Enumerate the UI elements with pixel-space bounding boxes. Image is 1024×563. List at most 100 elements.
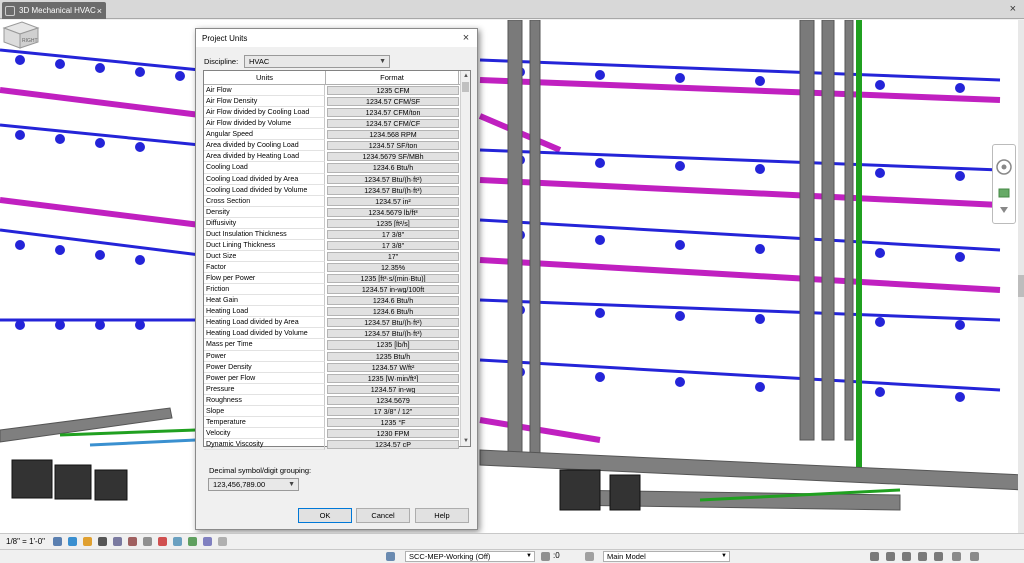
unit-format-button[interactable]: 1235 [ft²/s] bbox=[327, 218, 459, 228]
table-row[interactable]: Air Flow Density 1234.57 CFM/SF bbox=[204, 96, 461, 108]
unit-format-button[interactable]: 1234.57 in-wg bbox=[327, 384, 459, 394]
unit-format-button[interactable]: 1235 Btu/h bbox=[327, 351, 459, 361]
reveal-hidden-icon[interactable] bbox=[188, 537, 198, 546]
table-row[interactable]: Area divided by Heating Load 1234.5679 SF… bbox=[204, 151, 461, 163]
temporary-hide-icon[interactable] bbox=[173, 537, 183, 546]
table-row[interactable]: Heating Load divided by Area 1234.57 Btu/… bbox=[204, 317, 461, 329]
detail-level-icon[interactable] bbox=[53, 537, 63, 546]
table-row[interactable]: Dynamic Viscosity 1234.57 cP bbox=[204, 439, 461, 451]
table-row[interactable]: Slope 17 3/8" / 12" bbox=[204, 405, 461, 417]
table-row[interactable]: Duct Size 17" bbox=[204, 250, 461, 262]
unit-format-button[interactable]: 1234.5679 SF/MBh bbox=[327, 152, 459, 162]
table-row[interactable]: Power Density 1234.57 W/ft² bbox=[204, 361, 461, 373]
filter-icon[interactable] bbox=[952, 552, 961, 561]
table-row[interactable]: Air Flow 1235 CFM bbox=[204, 85, 461, 97]
ok-button[interactable]: OK bbox=[298, 508, 352, 523]
units-table-scroll-thumb[interactable] bbox=[462, 82, 469, 92]
unit-format-button[interactable]: 1235 [ft³·s/(min·Btu)] bbox=[327, 274, 459, 284]
drag-elements-icon[interactable] bbox=[934, 552, 943, 561]
table-row[interactable]: Duct Insulation Thickness 17 3/8" bbox=[204, 228, 461, 240]
table-row[interactable]: Heating Load 1234.6 Btu/h bbox=[204, 306, 461, 318]
viewcube[interactable]: RIGHT bbox=[0, 20, 42, 50]
table-row[interactable]: Diffusivity 1235 [ft²/s] bbox=[204, 217, 461, 229]
unit-format-button[interactable]: 1234.6 Btu/h bbox=[327, 307, 459, 317]
unlocked-view-icon[interactable] bbox=[158, 537, 168, 546]
unit-format-button[interactable]: 17 3/8" bbox=[327, 240, 459, 250]
unit-format-button[interactable]: 1235 [W·min/ft³] bbox=[327, 373, 459, 383]
scroll-down-icon[interactable]: ▼ bbox=[461, 436, 471, 446]
unit-format-button[interactable]: 17 3/8" / 12" bbox=[327, 406, 459, 416]
unit-format-button[interactable]: 1234.57 W/ft² bbox=[327, 362, 459, 372]
table-row[interactable]: Density 1234.5679 lb/ft³ bbox=[204, 206, 461, 218]
unit-format-button[interactable]: 1234.57 in² bbox=[327, 196, 459, 206]
select-by-face-icon[interactable] bbox=[918, 552, 927, 561]
table-row[interactable]: Pressure 1234.57 in-wg bbox=[204, 383, 461, 395]
table-row[interactable]: Mass per Time 1235 [lb/h] bbox=[204, 339, 461, 351]
unit-format-button[interactable]: 1234.5679 lb/ft³ bbox=[327, 207, 459, 217]
worksharing-display-icon[interactable] bbox=[203, 537, 213, 546]
unit-format-button[interactable]: 17" bbox=[327, 251, 459, 261]
unit-format-button[interactable]: 17 3/8" bbox=[327, 229, 459, 239]
table-row[interactable]: Angular Speed 1234.568 RPM bbox=[204, 129, 461, 141]
select-underlay-icon[interactable] bbox=[886, 552, 895, 561]
table-row[interactable]: Area divided by Cooling Load 1234.57 SF/t… bbox=[204, 140, 461, 152]
table-row[interactable]: Factor 12.35% bbox=[204, 262, 461, 274]
decimal-grouping-dropdown[interactable]: 123,456,789.00 ▼ bbox=[208, 478, 299, 491]
table-row[interactable]: Roughness 1234.5679 bbox=[204, 394, 461, 406]
table-row[interactable]: Heating Load divided by Volume 1234.57 Bt… bbox=[204, 328, 461, 340]
table-row[interactable]: Power per Flow 1235 [W·min/ft³] bbox=[204, 372, 461, 384]
unit-format-button[interactable]: 1234.57 CFM/ton bbox=[327, 108, 459, 118]
analytical-model-icon[interactable] bbox=[218, 537, 228, 546]
unit-format-button[interactable]: 1235 CFM bbox=[327, 86, 459, 96]
unit-format-button[interactable]: 1234.568 RPM bbox=[327, 130, 459, 140]
discipline-dropdown[interactable]: HVAC ▼ bbox=[244, 55, 390, 68]
sun-path-icon[interactable] bbox=[83, 537, 93, 546]
unit-format-button[interactable]: 1234.57 in-wg/100ft bbox=[327, 285, 459, 295]
view-tab[interactable]: 3D Mechanical HVAC × bbox=[2, 2, 106, 19]
cancel-button[interactable]: Cancel bbox=[356, 508, 410, 523]
unit-format-button[interactable]: 1235 °F bbox=[327, 417, 459, 427]
unit-format-button[interactable]: 1234.57 CFM/SF bbox=[327, 97, 459, 107]
table-row[interactable]: Flow per Power 1235 [ft³·s/(min·Btu)] bbox=[204, 273, 461, 285]
unit-format-button[interactable]: 1234.5679 bbox=[327, 395, 459, 405]
viewport-scrollbar[interactable] bbox=[1018, 20, 1024, 533]
scroll-up-icon[interactable]: ▲ bbox=[461, 71, 471, 81]
unit-format-button[interactable]: 1234.57 Btu/(h·ft³) bbox=[327, 329, 459, 339]
navigation-bar[interactable] bbox=[992, 144, 1016, 224]
unit-format-button[interactable]: 1234.57 CFM/CF bbox=[327, 119, 459, 129]
crop-view-icon[interactable] bbox=[128, 537, 138, 546]
view-close-icon[interactable]: × bbox=[1010, 3, 1016, 15]
design-options-icon[interactable] bbox=[585, 552, 594, 561]
show-crop-icon[interactable] bbox=[143, 537, 153, 546]
shadows-icon[interactable] bbox=[98, 537, 108, 546]
visual-style-icon[interactable] bbox=[68, 537, 78, 546]
unit-format-button[interactable]: 1235 [lb/h] bbox=[327, 340, 459, 350]
table-row[interactable]: Cooling Load divided by Volume 1234.57 Bt… bbox=[204, 184, 461, 196]
unit-format-button[interactable]: 1234.6 Btu/h bbox=[327, 163, 459, 173]
table-row[interactable]: Cross Section 1234.57 in² bbox=[204, 195, 461, 207]
unit-format-button[interactable]: 1234.57 cP bbox=[327, 440, 459, 450]
table-row[interactable]: Temperature 1235 °F bbox=[204, 416, 461, 428]
table-row[interactable]: Velocity 1230 FPM bbox=[204, 427, 461, 439]
help-button[interactable]: Help bbox=[415, 508, 469, 523]
table-row[interactable]: Cooling Load 1234.6 Btu/h bbox=[204, 162, 461, 174]
unit-format-button[interactable]: 1234.57 Btu/(h·ft³) bbox=[327, 185, 459, 195]
table-row[interactable]: Power 1235 Btu/h bbox=[204, 350, 461, 362]
unit-format-button[interactable]: 1230 FPM bbox=[327, 428, 459, 438]
view-scale[interactable]: 1/8" = 1'-0" bbox=[6, 537, 45, 546]
3d-viewport[interactable]: RIGHT bbox=[0, 20, 1024, 533]
worksets-icon[interactable] bbox=[386, 552, 395, 561]
editable-only-icon[interactable] bbox=[541, 552, 550, 561]
table-row[interactable]: Heat Gain 1234.6 Btu/h bbox=[204, 295, 461, 307]
unit-format-button[interactable]: 12.35% bbox=[327, 263, 459, 273]
dialog-close-icon[interactable]: × bbox=[455, 32, 477, 44]
table-row[interactable]: Duct Lining Thickness 17 3/8" bbox=[204, 239, 461, 251]
table-row[interactable]: Cooling Load divided by Area 1234.57 Btu/… bbox=[204, 173, 461, 185]
unit-format-button[interactable]: 1234.6 Btu/h bbox=[327, 296, 459, 306]
unit-format-button[interactable]: 1234.57 SF/ton bbox=[327, 141, 459, 151]
table-row[interactable]: Friction 1234.57 in-wg/100ft bbox=[204, 284, 461, 296]
table-row[interactable]: Air Flow divided by Volume 1234.57 CFM/CF bbox=[204, 118, 461, 130]
units-table-scrollbar[interactable]: ▲ ▼ bbox=[460, 71, 470, 446]
table-row[interactable]: Air Flow divided by Cooling Load 1234.57 … bbox=[204, 107, 461, 119]
active-workset-dropdown[interactable]: SCC-MEP-Working (Off) ▼ bbox=[405, 551, 535, 562]
